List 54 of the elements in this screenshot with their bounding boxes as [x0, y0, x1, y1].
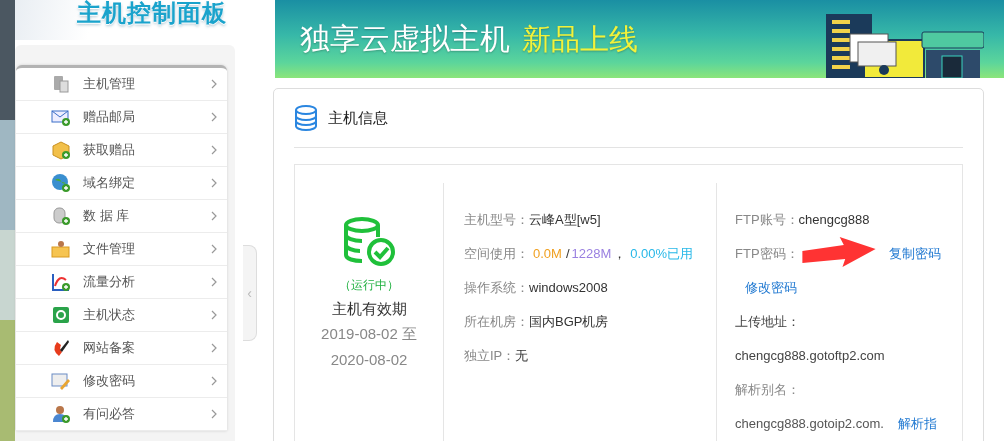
status-text: （运行中）	[339, 277, 399, 294]
menu-icon	[51, 338, 71, 358]
chevron-icon	[211, 277, 217, 287]
menu-icon	[51, 206, 71, 226]
sidebar-item[interactable]: 赠品邮局	[16, 101, 227, 134]
chevron-icon	[211, 178, 217, 188]
sidebar-item[interactable]: 主机管理	[16, 68, 227, 101]
banner-title: 独享云虚拟主机 新品上线	[300, 20, 638, 57]
chevron-icon	[211, 211, 217, 221]
sidebar-item[interactable]: 主机状态	[16, 299, 227, 332]
sidebar-item[interactable]: 修改密码	[16, 365, 227, 398]
alias-label: 解析别名：	[735, 381, 801, 399]
info-row-text: 主机型号：云峰A型[w5]	[464, 211, 602, 229]
chevron-icon	[211, 409, 217, 419]
alias-value: chengcg888.gotoip2.com.	[735, 416, 884, 431]
info-row-text: 独立IP：无	[464, 347, 530, 365]
info-row-text: 操作系统：windows2008	[464, 279, 609, 297]
usage-info: 空间使用： 0.0M /1228M， 0.00%已用	[464, 245, 695, 263]
sidebar-item[interactable]: 获取赠品	[16, 134, 227, 167]
ftp-password-label: FTP密码：	[735, 246, 799, 261]
change-password-link[interactable]: 修改密码	[745, 280, 797, 295]
menu-icon	[51, 140, 71, 160]
resolve-guide-link[interactable]: 解析指	[897, 416, 937, 431]
info-row-text: 所在机房：国内BGP机房	[464, 313, 610, 331]
sidebar-item[interactable]: 文件管理	[16, 233, 227, 266]
upload-address: 上传地址：chengcg888.gotoftp2.com	[735, 313, 886, 365]
chevron-icon	[211, 112, 217, 122]
validity-dates: 2019-08-02 至 2020-08-02	[320, 324, 418, 370]
chevron-icon	[211, 244, 217, 254]
menu-icon	[51, 173, 71, 193]
menu-icon	[51, 74, 71, 94]
sidebar-item[interactable]: 网站备案	[16, 332, 227, 365]
copy-password-link[interactable]: 复制密码	[888, 246, 941, 261]
validity-label: 主机有效期	[331, 300, 407, 319]
sidebar-item[interactable]: 数 据 库	[16, 200, 227, 233]
menu-icon	[51, 404, 71, 424]
database-check-icon	[343, 217, 395, 267]
sidebar-item[interactable]: 流量分析	[16, 266, 227, 299]
chevron-icon	[211, 79, 217, 89]
chevron-icon	[211, 145, 217, 155]
menu-icon	[51, 239, 71, 259]
menu-icon	[51, 371, 71, 391]
sidebar-item[interactable]: 域名绑定	[16, 167, 227, 200]
ftp-account: FTP账号：chengcg888	[735, 211, 871, 229]
sidebar-item[interactable]: 有问必答	[16, 398, 227, 431]
chevron-icon	[211, 376, 217, 386]
menu-icon	[51, 305, 71, 325]
chevron-icon	[211, 310, 217, 320]
menu-icon	[51, 107, 71, 127]
logo: 主机控制面板	[77, 0, 227, 26]
menu-icon	[51, 272, 71, 292]
database-icon	[294, 105, 318, 131]
card-title: 主机信息	[328, 108, 388, 128]
chevron-icon	[211, 343, 217, 353]
